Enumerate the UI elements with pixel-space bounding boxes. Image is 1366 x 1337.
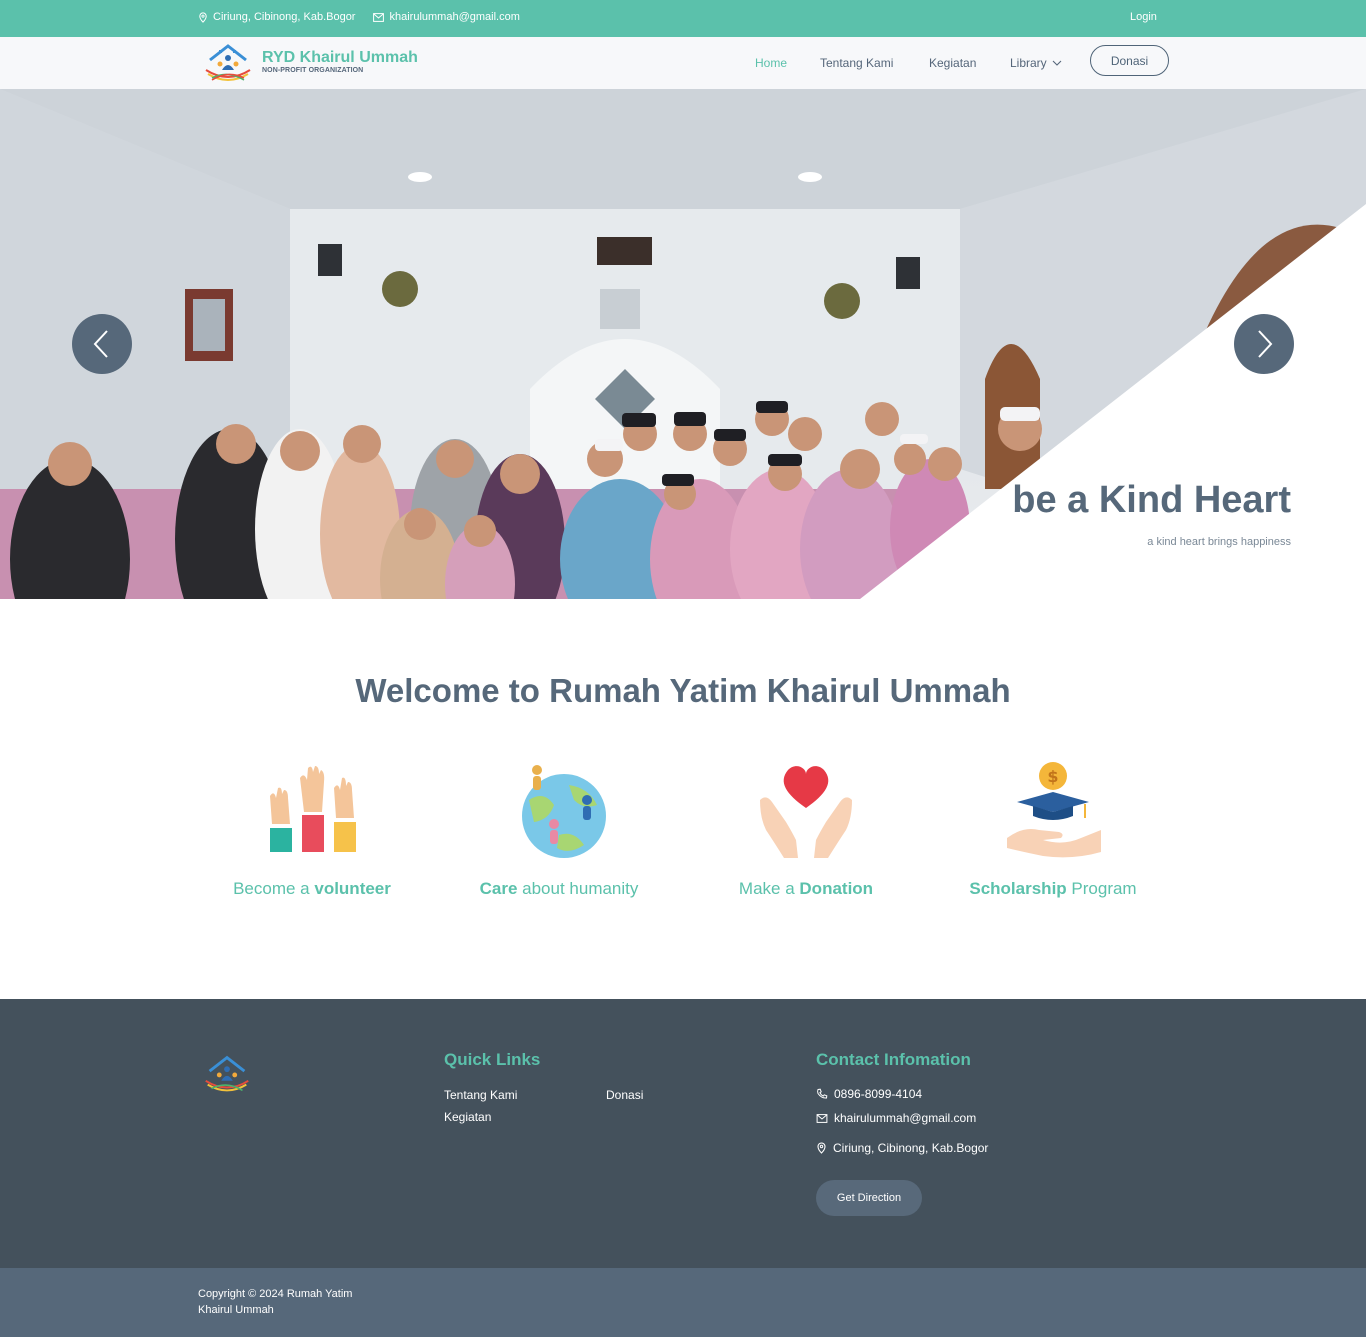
nav-tentang-kami[interactable]: Tentang Kami [820, 56, 893, 70]
topbar-address-text: Ciriung, Cibinong, Kab.Bogor [213, 11, 356, 23]
heart-hands-icon [760, 766, 852, 858]
feature-donation-bold: Donation [799, 879, 874, 898]
login-link[interactable]: Login [1130, 11, 1157, 23]
site-logo[interactable] [198, 40, 258, 86]
feature-donation[interactable]: Make a Donation [686, 760, 926, 899]
feature-care-label: Care about humanity [439, 879, 679, 899]
map-pin-icon [199, 11, 207, 23]
contact-address-text: Ciriung, Cibinong, Kab.Bogor [833, 1141, 989, 1155]
nav-library[interactable]: Library [1010, 56, 1062, 70]
quick-links-heading: Quick Links [444, 1050, 541, 1069]
contact-info-bar: Ciriung, Cibinong, Kab.Bogor khairulumma… [198, 11, 520, 23]
brand-tagline: NON-PROFIT ORGANIZATION [262, 67, 364, 74]
hero-slider: be a Kind Heart a kind heart brings happ… [0, 89, 1366, 599]
globe-people-icon [522, 765, 606, 858]
feature-volunteer-bold: volunteer [314, 879, 391, 898]
copyright-text: Copyright © 2024 Rumah Yatim Khairul Umm… [198, 1288, 353, 1316]
feature-volunteer-pre: Become a [233, 879, 315, 898]
topbar-email[interactable]: khairulummah@gmail.com [373, 11, 520, 23]
scholarship-icon: $ [1007, 762, 1101, 858]
feature-scholarship-label: Scholarship Program [933, 879, 1173, 899]
topbar-address: Ciriung, Cibinong, Kab.Bogor [198, 11, 355, 23]
contact-heading: Contact Infomation [816, 1050, 971, 1069]
nav-kegiatan[interactable]: Kegiatan [929, 56, 976, 70]
topbar-email-text: khairulummah@gmail.com [389, 11, 520, 23]
envelope-icon [816, 1113, 828, 1123]
contact-phone[interactable]: 0896-8099-4104 [816, 1087, 922, 1101]
chevron-left-icon [93, 330, 108, 358]
hero-photo [0, 89, 1366, 599]
contact-address: Ciriung, Cibinong, Kab.Bogor [816, 1141, 988, 1155]
get-direction-button[interactable]: Get Direction [816, 1180, 922, 1216]
contact-email-text: khairulummah@gmail.com [834, 1111, 977, 1125]
house-family-logo-icon [205, 44, 251, 81]
donasi-button[interactable]: Donasi [1090, 45, 1169, 76]
phone-icon [817, 1088, 828, 1099]
feature-care-post: about humanity [517, 879, 639, 898]
hero-subtitle: a kind heart brings happiness [1147, 536, 1291, 548]
feature-donation-label: Make a Donation [686, 879, 926, 899]
contact-phone-text: 0896-8099-4104 [834, 1087, 923, 1101]
brand-name: RYD Khairul Ummah [262, 49, 418, 66]
nav-home[interactable]: Home [755, 56, 787, 70]
feature-volunteer[interactable]: Become a volunteer [192, 760, 432, 899]
feature-scholarship[interactable]: $ Scholarship Program [933, 760, 1173, 899]
welcome-heading: Welcome to Rumah Yatim Khairul Ummah [355, 672, 1011, 709]
feature-scholarship-post: Program [1066, 879, 1137, 898]
feature-care[interactable]: Care about humanity [439, 760, 679, 899]
brand-block[interactable]: RYD Khairul Ummah NON-PROFIT ORGANIZATIO… [262, 49, 418, 74]
footer-link-tentang-kami[interactable]: Tentang Kami [444, 1088, 517, 1102]
slider-next-button[interactable] [1234, 314, 1294, 374]
feature-donation-pre: Make a [738, 879, 800, 898]
feature-care-bold: Care [479, 879, 518, 898]
footer-link-kegiatan[interactable]: Kegiatan [444, 1110, 491, 1124]
footer-logo-icon[interactable] [198, 1050, 256, 1098]
raised-hands-icon [270, 766, 356, 852]
map-pin-icon [817, 1142, 826, 1154]
chevron-right-icon [1258, 330, 1273, 358]
feature-volunteer-label: Become a volunteer [192, 879, 432, 899]
slider-prev-button[interactable] [72, 314, 132, 374]
nav-library-label: Library [1010, 56, 1047, 70]
copyright-bar: Copyright © 2024 Rumah Yatim Khairul Umm… [0, 1268, 1366, 1337]
main-header: RYD Khairul Ummah NON-PROFIT ORGANIZATIO… [0, 37, 1366, 89]
feature-scholarship-bold: Scholarship [969, 879, 1067, 898]
contact-email[interactable]: khairulummah@gmail.com [816, 1111, 976, 1125]
hero-title: be a Kind Heart [1012, 479, 1291, 521]
top-bar: Ciriung, Cibinong, Kab.Bogor khairulumma… [0, 0, 1366, 37]
site-footer: Quick Links Tentang Kami Donasi Kegiatan… [0, 999, 1366, 1268]
chevron-down-icon [1052, 60, 1062, 66]
envelope-icon [373, 12, 385, 22]
svg-text:$: $ [1047, 767, 1058, 786]
footer-link-donasi[interactable]: Donasi [606, 1088, 643, 1102]
